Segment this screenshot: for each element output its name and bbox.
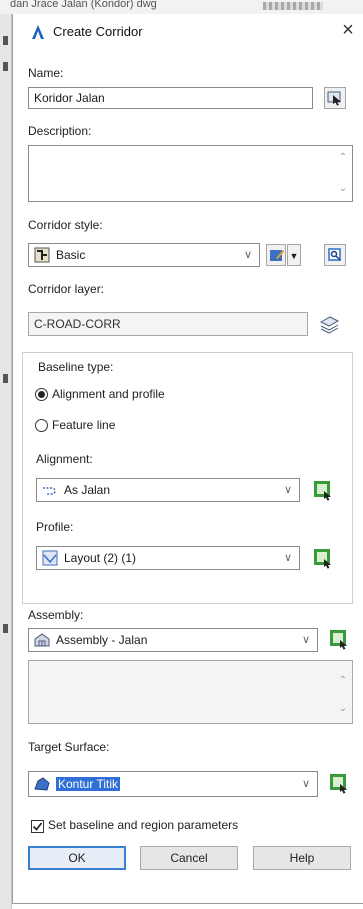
select-surface-button[interactable] bbox=[328, 772, 350, 794]
scroll-down-icon[interactable]: ⌄ bbox=[335, 182, 351, 196]
profile-label: Profile: bbox=[36, 520, 74, 534]
scroll-up-icon[interactable]: ⌃ bbox=[335, 151, 351, 165]
profile-value: Layout (2) (1) bbox=[64, 551, 137, 565]
scroll-up-icon[interactable]: ⌃ bbox=[335, 674, 351, 688]
style-menu-dropdown[interactable]: ▼ bbox=[287, 244, 301, 266]
select-assembly-button[interactable] bbox=[328, 628, 350, 650]
alignment-and-profile-label[interactable]: Alignment and profile bbox=[52, 387, 165, 401]
feature-line-label[interactable]: Feature line bbox=[52, 418, 115, 432]
ok-button[interactable]: OK bbox=[28, 846, 126, 870]
target-surface-label: Target Surface: bbox=[28, 740, 110, 754]
target-surface-selected-text: Kontur Titik bbox=[56, 777, 121, 791]
scroll-down-icon[interactable]: ⌄ bbox=[335, 702, 351, 716]
background-window-title: dan Jrace Jalan (Kondor) dwg bbox=[0, 0, 363, 14]
name-label: Name: bbox=[28, 66, 64, 80]
corridor-layer-label: Corridor layer: bbox=[28, 282, 105, 296]
alignment-and-profile-radio[interactable] bbox=[35, 388, 48, 401]
left-edge-marker bbox=[3, 624, 8, 633]
left-edge-marker bbox=[3, 36, 8, 45]
chevron-down-icon: ∨ bbox=[243, 249, 253, 261]
description-textarea[interactable]: ⌃ ⌄ bbox=[28, 145, 353, 202]
select-from-drawing-icon bbox=[330, 630, 347, 650]
target-surface-value: Kontur Titik bbox=[56, 775, 121, 793]
left-edge-marker bbox=[3, 62, 8, 71]
chevron-down-icon: ∨ bbox=[283, 552, 293, 564]
select-from-drawing-icon bbox=[328, 248, 341, 261]
description-label: Description: bbox=[28, 124, 92, 138]
corridor-style-icon bbox=[34, 247, 50, 263]
background-title-text: dan Jrace Jalan (Kondor) dwg bbox=[10, 0, 157, 10]
assembly-value: Assembly - Jalan bbox=[56, 633, 148, 647]
chevron-down-icon: ∨ bbox=[283, 484, 293, 496]
cancel-button[interactable]: Cancel bbox=[140, 846, 238, 870]
name-input[interactable]: Koridor Jalan bbox=[28, 87, 313, 109]
alignment-value: As Jalan bbox=[64, 483, 111, 497]
checkmark-icon bbox=[32, 822, 43, 831]
assembly-select[interactable]: Assembly - Jalan ∨ bbox=[28, 628, 318, 652]
select-alignment-button[interactable] bbox=[312, 479, 334, 501]
assembly-scrollbar[interactable]: ⌃ ⌄ bbox=[335, 662, 351, 722]
edit-style-icon bbox=[270, 250, 285, 261]
assembly-description-box: ⌃ ⌄ bbox=[28, 660, 353, 724]
close-icon: × bbox=[342, 19, 354, 41]
chevron-down-icon: ∨ bbox=[301, 778, 311, 790]
layer-button[interactable] bbox=[318, 313, 340, 335]
alignment-label: Alignment: bbox=[36, 452, 93, 466]
profile-icon bbox=[42, 550, 58, 566]
profile-select[interactable]: Layout (2) (1) ∨ bbox=[36, 546, 300, 570]
set-baseline-label[interactable]: Set baseline and region parameters bbox=[48, 818, 238, 832]
edit-style-button[interactable] bbox=[266, 244, 286, 266]
corridor-style-select[interactable]: Basic ∨ bbox=[28, 243, 260, 267]
select-style-button[interactable] bbox=[324, 244, 346, 266]
surface-icon bbox=[34, 777, 50, 791]
assembly-icon bbox=[34, 633, 50, 647]
target-surface-select[interactable]: Kontur Titik ∨ bbox=[28, 771, 318, 797]
background-left-edge bbox=[0, 14, 12, 909]
help-button[interactable]: Help bbox=[253, 846, 351, 870]
left-edge-marker bbox=[3, 374, 8, 383]
pick-name-button[interactable] bbox=[324, 87, 346, 109]
caret-down-icon: ▼ bbox=[289, 251, 299, 261]
close-button[interactable]: × bbox=[337, 18, 359, 42]
alignment-select[interactable]: As Jalan ∨ bbox=[36, 478, 300, 502]
civil3d-logo-icon bbox=[30, 24, 46, 40]
baseline-type-label: Baseline type: bbox=[38, 360, 114, 374]
alignment-icon bbox=[43, 487, 56, 495]
select-profile-button[interactable] bbox=[312, 547, 334, 569]
select-from-drawing-icon bbox=[314, 549, 331, 569]
pick-from-drawing-icon bbox=[327, 91, 341, 106]
chevron-down-icon: ∨ bbox=[301, 634, 311, 646]
corridor-style-label: Corridor style: bbox=[28, 218, 103, 232]
assembly-label: Assembly: bbox=[28, 608, 84, 622]
set-baseline-checkbox[interactable] bbox=[31, 820, 44, 833]
feature-line-radio[interactable] bbox=[35, 419, 48, 432]
layer-icon bbox=[319, 316, 340, 334]
dialog-title: Create Corridor bbox=[53, 24, 143, 39]
select-from-drawing-icon bbox=[314, 481, 331, 501]
select-from-drawing-icon bbox=[330, 774, 347, 794]
corridor-layer-field: C-ROAD-CORR bbox=[28, 312, 308, 336]
corridor-style-value: Basic bbox=[56, 248, 86, 262]
background-toolbar-strip bbox=[263, 2, 323, 10]
description-scrollbar[interactable]: ⌃ ⌄ bbox=[335, 147, 351, 200]
